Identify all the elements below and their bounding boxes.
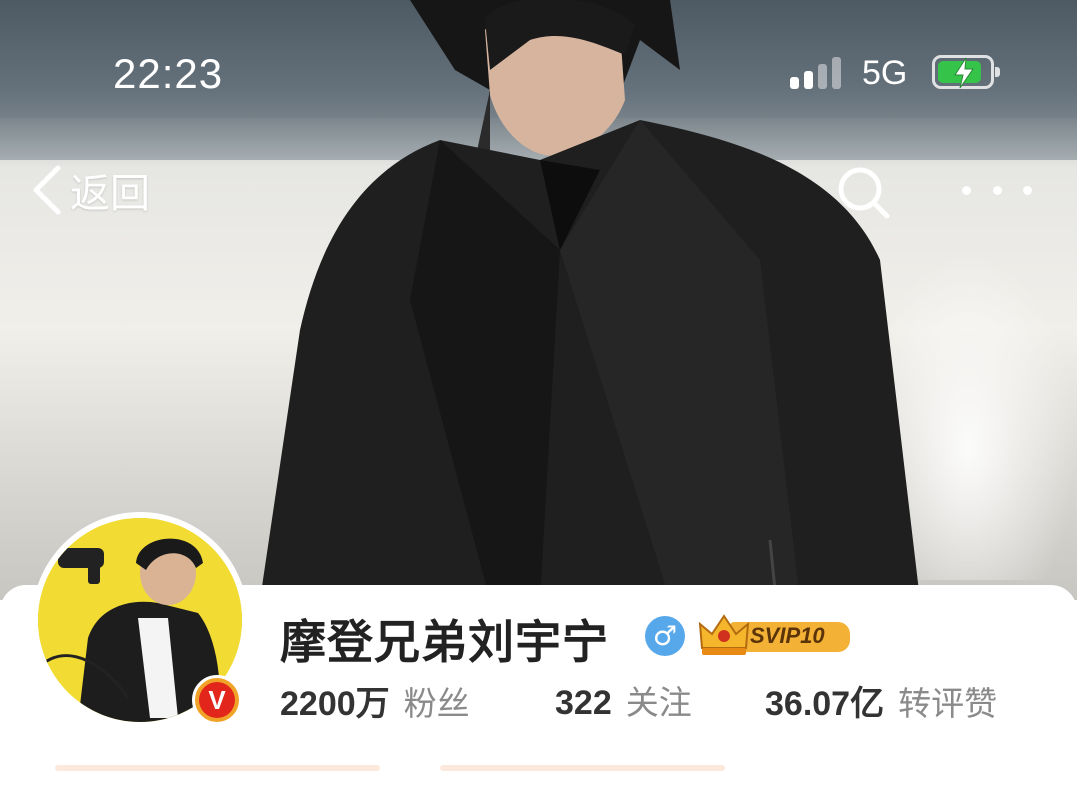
network-type: 5G <box>862 54 908 92</box>
stat-followers-label: 粉丝 <box>403 684 470 723</box>
stat-followers-unit: 万 <box>355 684 390 724</box>
profile-name: 摩登兄弟刘宇宁 <box>280 615 609 669</box>
search-icon <box>838 167 890 219</box>
male-gender-icon: ♂ <box>645 616 685 656</box>
svip-label: SVIP10 <box>750 623 825 648</box>
stat-engagement-number: 36.07 <box>765 685 851 723</box>
status-time: 22:23 <box>113 50 224 97</box>
verified-badge-icon[interactable]: V <box>192 675 242 725</box>
stat-following-number: 322 <box>555 684 612 722</box>
back-label: 返回 <box>70 171 150 217</box>
chevron-left-icon <box>33 165 61 215</box>
back-button[interactable]: 返回 <box>28 160 150 220</box>
stat-followers-number: 2200 <box>280 685 356 723</box>
signal-strength-icon <box>790 55 842 89</box>
crown-icon <box>698 614 750 655</box>
cover-person-figure <box>260 0 920 600</box>
search-button[interactable] <box>836 165 892 225</box>
tab-hint-right <box>440 765 725 771</box>
stat-followers[interactable]: 2200 万 粉丝 <box>280 676 470 725</box>
stat-engagement-label: 转评赞 <box>898 684 998 723</box>
stat-following[interactable]: 322 关注 <box>555 676 692 724</box>
stat-engagement-unit: 亿 <box>850 684 885 724</box>
stat-following-label: 关注 <box>625 683 692 722</box>
battery-charging-icon <box>932 55 1000 89</box>
verified-badge-letter: V <box>199 682 235 718</box>
more-options-icon[interactable] <box>962 180 1032 200</box>
svip-level-badge[interactable]: SVIP10 <box>696 612 856 660</box>
tab-hint-left <box>55 765 380 771</box>
stat-engagement[interactable]: 36.07 亿 转评赞 <box>765 676 997 725</box>
